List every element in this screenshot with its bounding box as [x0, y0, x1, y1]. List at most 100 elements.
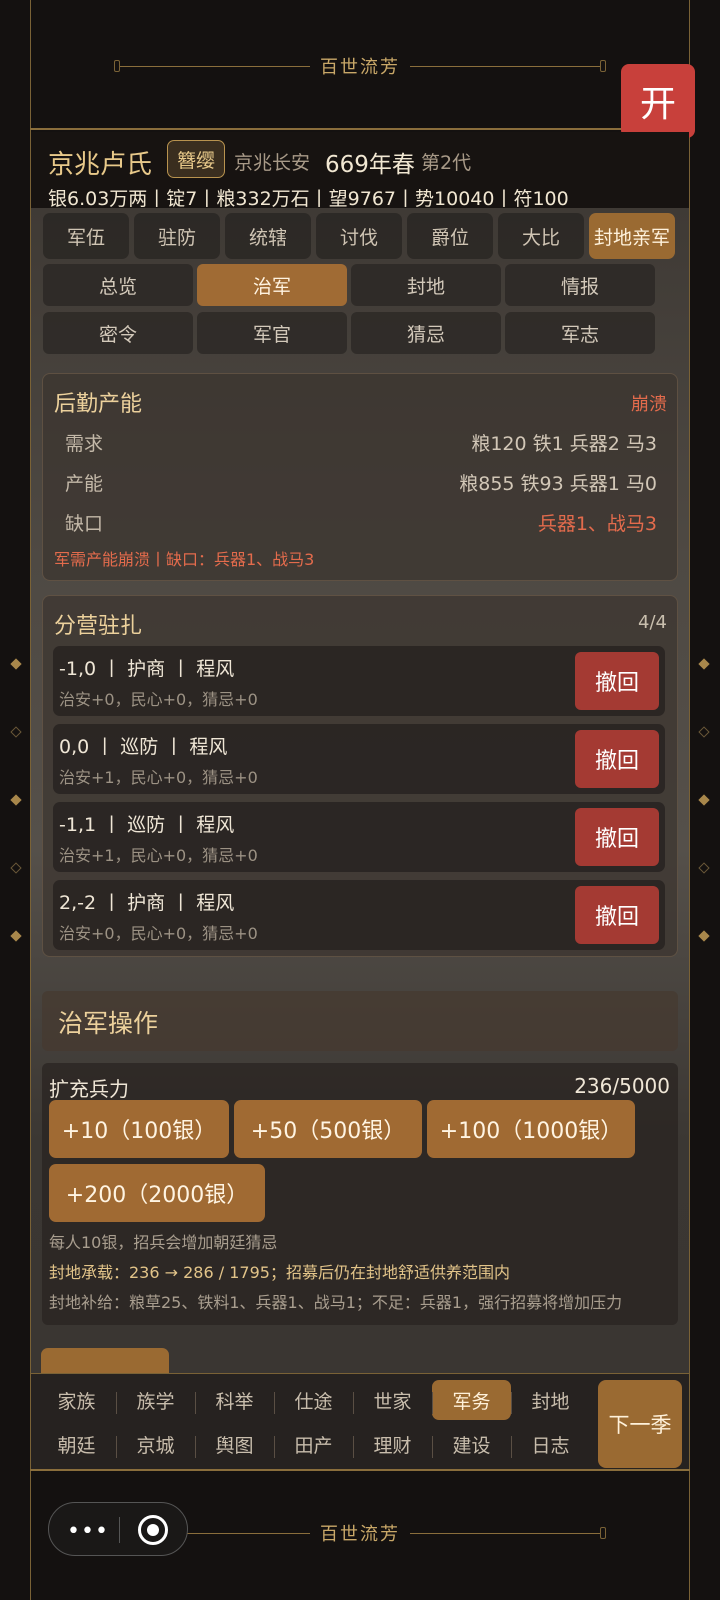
tab-command[interactable]: 统辖: [225, 213, 311, 259]
camps-card: 分营驻扎 4/4 -1,0 丨 护商 丨 程风 治安+0，民心+0，猜忌+0 撤…: [42, 595, 678, 957]
recall-button[interactable]: 撤回: [575, 808, 659, 866]
nav-log[interactable]: 日志: [511, 1424, 590, 1464]
nav-row-2: 朝廷 京城 舆图 田产 理财 建设 日志: [37, 1424, 590, 1464]
camp-item: -1,1 丨 巡防 丨 程风 治安+1，民心+0，猜忌+0 撤回: [53, 802, 665, 872]
expand-title: 扩充兵力: [49, 1077, 129, 1101]
recruit-cost-note: 每人10银，招兵会增加朝廷猜忌: [49, 1233, 278, 1252]
nav-career[interactable]: 仕途: [274, 1380, 353, 1420]
tab-overview[interactable]: 总览: [43, 264, 193, 306]
row-key: 产能: [65, 473, 104, 495]
tab-army-management[interactable]: 治军: [197, 264, 347, 306]
row-key: 需求: [65, 433, 104, 455]
camp-main-text: -1,1 丨 巡防 丨 程风: [59, 814, 235, 836]
tab-tournament[interactable]: 大比: [498, 213, 584, 259]
recall-button[interactable]: 撤回: [575, 886, 659, 944]
tab-fief[interactable]: 封地: [351, 264, 501, 306]
logistics-row-shortage: 缺口 兵器1、战马3: [65, 509, 657, 535]
recruit-50-button[interactable]: +50（500银）: [234, 1100, 422, 1158]
close-target-icon[interactable]: [138, 1515, 168, 1545]
camp-item: 2,-2 丨 护商 丨 程风 治安+0，民心+0，猜忌+0 撤回: [53, 880, 665, 950]
header-top-divider: [30, 128, 690, 130]
logistics-warning-note: 军需产能崩溃丨缺口：兵器1、战马3: [54, 550, 315, 569]
banner-line-right: [410, 1532, 600, 1534]
year-season: 669年春: [325, 152, 415, 178]
camp-main-text: -1,0 丨 护商 丨 程风: [59, 658, 235, 680]
next-section-tab: [41, 1348, 169, 1373]
nav-noble-houses[interactable]: 世家: [353, 1380, 432, 1420]
nav-construction[interactable]: 建设: [432, 1424, 511, 1464]
row-value: 粮855 铁93 兵器1 马0: [459, 473, 657, 495]
nav-court[interactable]: 朝廷: [37, 1424, 116, 1464]
tab-campaign[interactable]: 讨伐: [316, 213, 402, 259]
recruit-10-button[interactable]: +10（100银）: [49, 1100, 229, 1158]
diamond-icon: [10, 658, 22, 670]
frame-right-border: [689, 0, 690, 1600]
diamond-icon: [698, 930, 710, 942]
camp-effects: 治安+1，民心+0，猜忌+0: [59, 846, 258, 865]
tab-army[interactable]: 军伍: [43, 213, 129, 259]
expand-troops-panel: 扩充兵力 236/5000 +10（100银） +50（500银） +100（1…: [42, 1063, 678, 1325]
troop-count: 236/5000: [574, 1074, 670, 1098]
main-content: 军伍 驻防 统辖 讨伐 爵位 大比 封地亲军 总览 治军 封地 情报 密令 军官…: [31, 208, 689, 1373]
nav-family[interactable]: 家族: [37, 1380, 116, 1420]
camp-item: -1,0 丨 护商 丨 程风 治安+0，民心+0，猜忌+0 撤回: [53, 646, 665, 716]
tab-army-chronicle[interactable]: 军志: [505, 312, 655, 354]
banner-line-right: [410, 65, 600, 67]
camp-main-text: 2,-2 丨 护商 丨 程风: [59, 892, 235, 914]
tab-peerage[interactable]: 爵位: [407, 213, 493, 259]
nav-fief[interactable]: 封地: [511, 1380, 590, 1420]
tab-fief-guard[interactable]: 封地亲军: [589, 213, 675, 259]
fief-capacity-note: 封地承载：236 → 286 / 1795；招募后仍在封地舒适供养范围内: [49, 1263, 510, 1282]
row-value: 粮120 铁1 兵器2 马3: [471, 433, 657, 455]
row-value: 兵器1、战马3: [537, 513, 657, 535]
nav-exams[interactable]: 科举: [195, 1380, 274, 1420]
camps-title: 分营驻扎: [54, 614, 143, 639]
nav-map[interactable]: 舆图: [195, 1424, 274, 1464]
right-side-ornament: [698, 658, 710, 942]
capsule-divider: [119, 1517, 120, 1543]
recruit-200-button[interactable]: +200（2000银）: [49, 1164, 265, 1222]
recall-button[interactable]: 撤回: [575, 652, 659, 710]
top-banner: 百世流芳: [0, 51, 720, 81]
diamond-outline-icon: [10, 862, 22, 874]
next-season-button[interactable]: 下一季: [598, 1380, 682, 1468]
row-key: 缺口: [65, 513, 104, 535]
open-button[interactable]: 开: [621, 64, 695, 138]
diamond-icon: [10, 794, 22, 806]
logistics-status: 崩溃: [631, 394, 667, 415]
more-menu-icon[interactable]: •••: [67, 1519, 109, 1544]
logistics-row-capacity: 产能 粮855 铁93 兵器1 马0: [65, 469, 657, 495]
banner-title: 百世流芳: [320, 57, 400, 78]
diamond-outline-icon: [10, 726, 22, 738]
diamond-outline-icon: [698, 862, 710, 874]
footer-divider: [30, 1469, 690, 1471]
tab-officers[interactable]: 军官: [197, 312, 347, 354]
tab-garrison[interactable]: 驻防: [134, 213, 220, 259]
camp-effects: 治安+0，民心+0，猜忌+0: [59, 690, 258, 709]
tab-secret-orders[interactable]: 密令: [43, 312, 193, 354]
diamond-icon: [698, 658, 710, 670]
recall-button[interactable]: 撤回: [575, 730, 659, 788]
operations-title: 治军操作: [58, 1009, 159, 1038]
nav-capital[interactable]: 京城: [116, 1424, 195, 1464]
generation-label: 第2代: [421, 152, 472, 174]
resource-stats: 银6.03万两丨锭7丨粮332万石丨望9767丨势10040丨符100: [48, 188, 569, 210]
diamond-icon: [698, 794, 710, 806]
operations-header: 治军操作: [42, 991, 678, 1051]
banner-line-left: [120, 65, 310, 67]
nav-military[interactable]: 军务: [432, 1380, 511, 1420]
nav-estates[interactable]: 田产: [274, 1424, 353, 1464]
nav-clan-school[interactable]: 族学: [116, 1380, 195, 1420]
tab-intel[interactable]: 情报: [505, 264, 655, 306]
diamond-outline-icon: [698, 726, 710, 738]
nav-finance[interactable]: 理财: [353, 1424, 432, 1464]
tab-suspicion[interactable]: 猜忌: [351, 312, 501, 354]
bottom-navigation: 家族 族学 科举 仕途 世家 军务 封地 朝廷 京城 舆图 田产 理财 建设 日…: [31, 1373, 689, 1469]
rank-badge: 簪缨: [167, 140, 225, 178]
clan-header: 京兆卢氏 簪缨 京兆长安 669年春 第2代 银6.03万两丨锭7丨粮332万石…: [31, 132, 689, 210]
camp-effects: 治安+0，民心+0，猜忌+0: [59, 924, 258, 943]
logistics-row-demand: 需求 粮120 铁1 兵器2 马3: [65, 429, 657, 455]
recruit-100-button[interactable]: +100（1000银）: [427, 1100, 635, 1158]
primary-tabs: 军伍 驻防 统辖 讨伐 爵位 大比 封地亲军: [43, 213, 675, 259]
nav-row-1: 家族 族学 科举 仕途 世家 军务 封地: [37, 1380, 590, 1420]
